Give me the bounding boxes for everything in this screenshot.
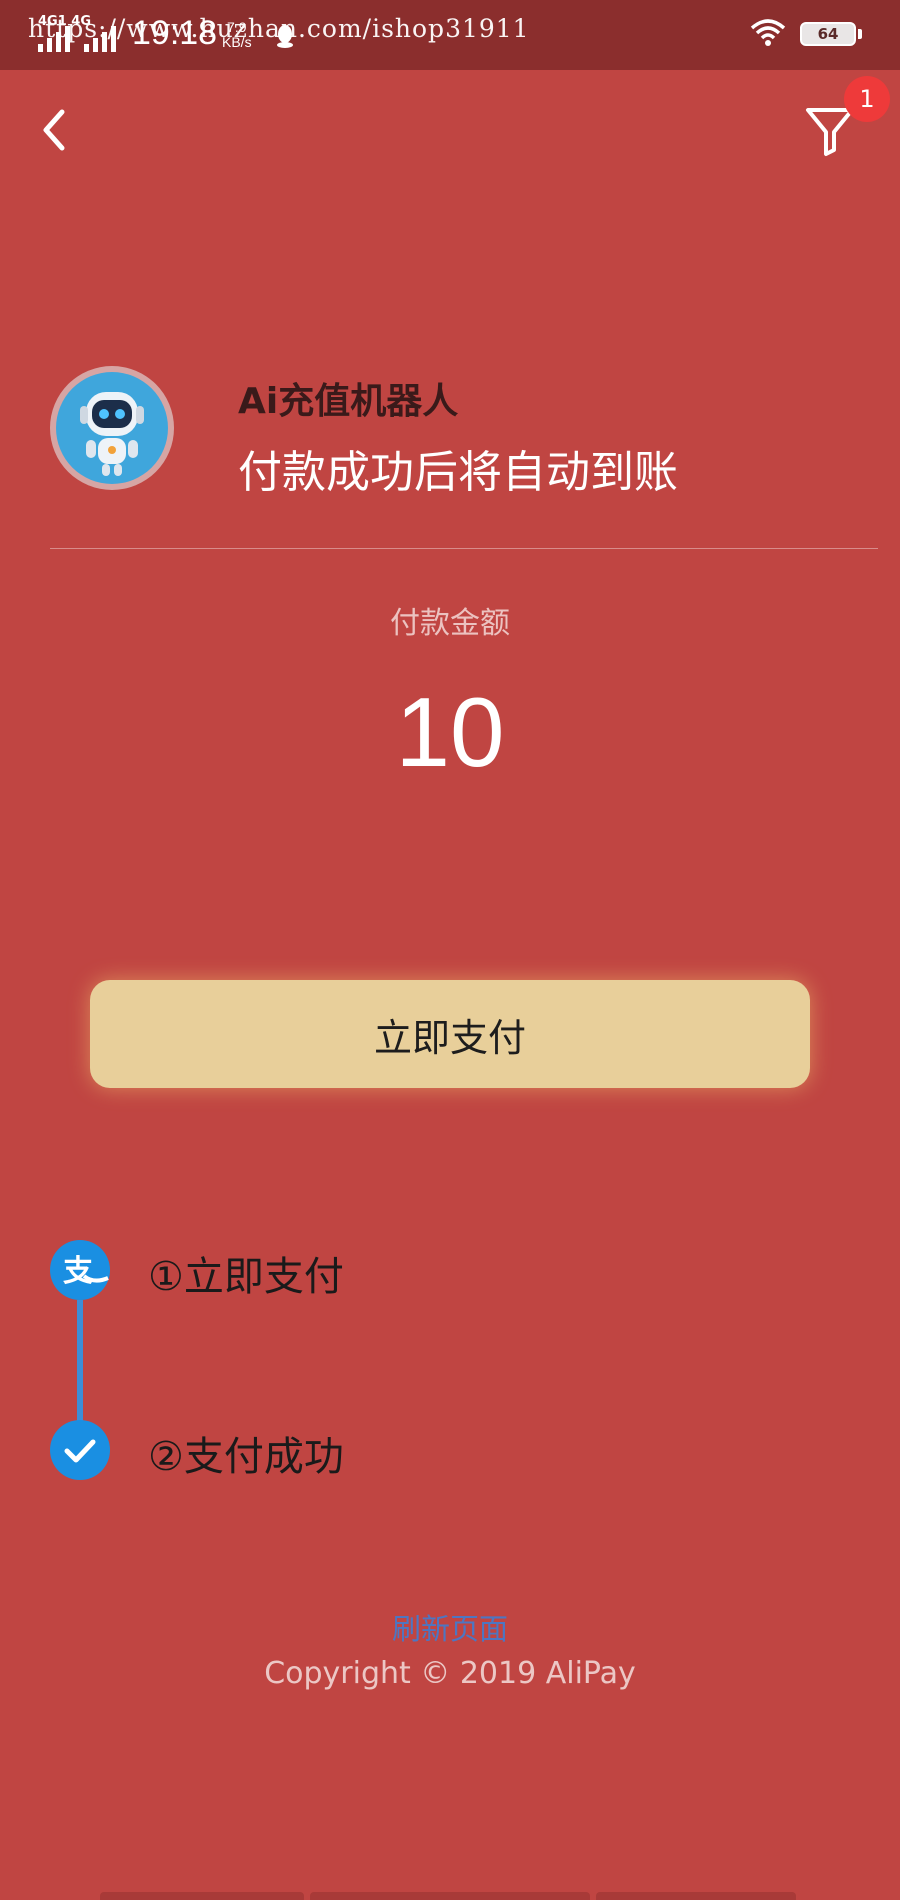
back-button[interactable] [34, 100, 78, 160]
status-bar: 4G1 4G 19:18 7.9 KB/s https://www.huzhan… [0, 0, 900, 70]
amount-label: 付款金额 [390, 606, 510, 641]
alipay-icon: 支 [50, 1240, 110, 1300]
chevron-left-icon [43, 109, 65, 151]
divider [50, 548, 878, 549]
step-connector [77, 1300, 83, 1440]
copyright-text: Copyright © 2019 AliPay [264, 1656, 636, 1691]
step-2-label: ②支付成功 [148, 1434, 344, 1480]
watermark-url: https://www.huzhan.com/ishop31911 [28, 14, 530, 43]
svg-text:支: 支 [63, 1254, 93, 1289]
filter-icon [806, 108, 854, 156]
robot-avatar-icon [56, 372, 168, 484]
check-icon [50, 1420, 110, 1480]
refresh-page-link[interactable]: 刷新页面 [0, 1606, 900, 1648]
bottom-edge-tabs [0, 1892, 900, 1900]
wifi-icon [750, 19, 786, 46]
avatar [50, 366, 174, 490]
battery-indicator: 64 [800, 22, 856, 46]
amount-value: 10 [395, 677, 505, 787]
battery-tip [858, 29, 862, 39]
merchant-note: 付款成功后将自动到账 [238, 447, 678, 498]
pay-now-button[interactable]: 立即支付 [90, 980, 810, 1088]
merchant-name: Ai充值机器人 [238, 381, 459, 422]
step-1-label: ①立即支付 [148, 1254, 344, 1300]
notification-badge: 1 [844, 76, 890, 122]
